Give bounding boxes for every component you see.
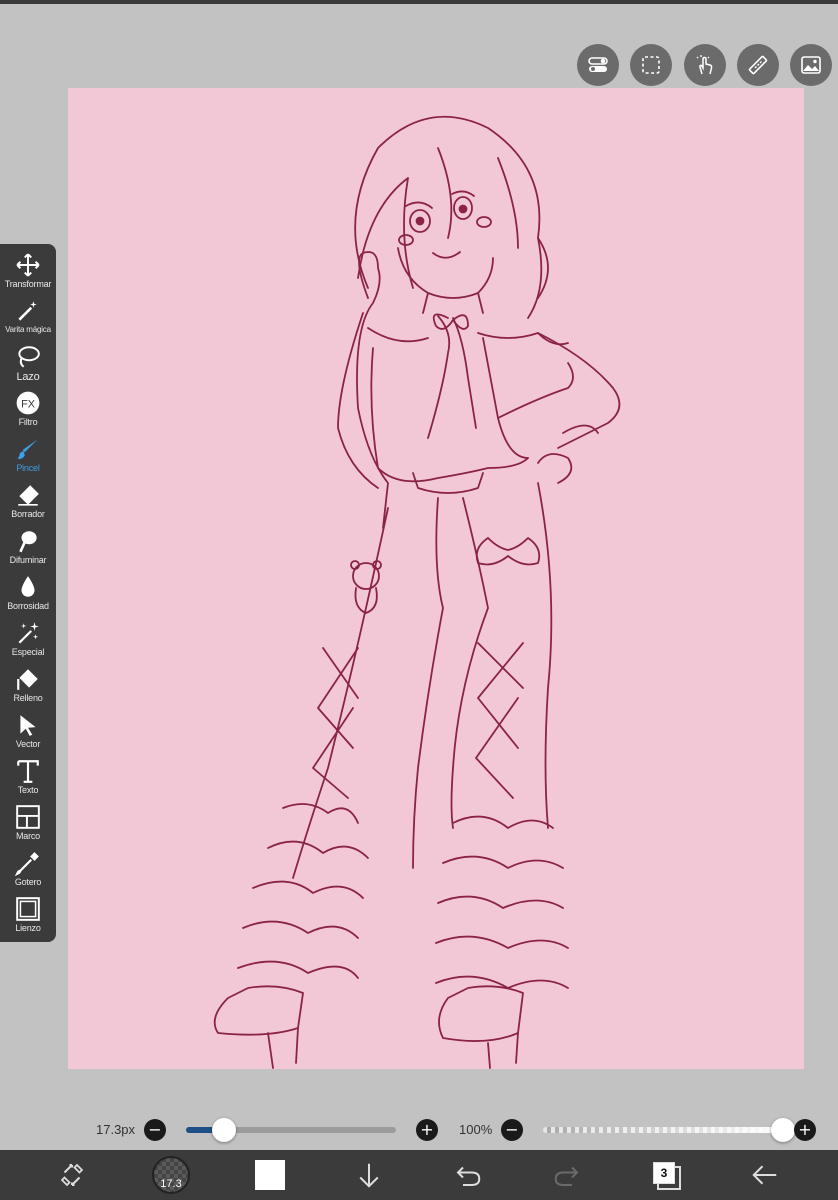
selection-icon: [642, 56, 660, 74]
brush-preview-button[interactable]: 17.3: [141, 1150, 201, 1200]
tool-lasso[interactable]: Lazo: [0, 342, 56, 386]
drop-icon: [21, 576, 35, 597]
eyedropper-icon: [15, 852, 39, 876]
layers-icon: 3: [653, 1162, 681, 1190]
tool-panel: Transformar Varita mágica Lazo FX Filtro…: [0, 244, 56, 942]
tool-label: Vector: [15, 739, 41, 749]
text-icon: [17, 760, 39, 783]
tool-eyedropper[interactable]: Gotero: [0, 848, 56, 892]
size-slider-knob[interactable]: [211, 1118, 236, 1142]
cursor-icon: [20, 715, 36, 736]
fx-icon: FX: [16, 391, 40, 415]
tool-label: Marco: [15, 831, 40, 841]
image-button[interactable]: [790, 44, 832, 86]
swap-icon: [60, 1163, 84, 1187]
tool-label: Transformar: [4, 279, 52, 289]
blur-icon: [19, 531, 37, 553]
tool-label: Lazo: [16, 371, 40, 383]
color-button[interactable]: [240, 1150, 300, 1200]
tool-blur[interactable]: Borrosidad: [0, 572, 56, 616]
sketch-artwork: [213, 115, 621, 1069]
minus-icon: −: [505, 1120, 519, 1139]
back-button[interactable]: [735, 1150, 795, 1200]
toggle-button[interactable]: [577, 44, 619, 86]
image-icon: [801, 56, 821, 74]
layer-count: 3: [660, 1166, 668, 1180]
tool-label: Borrosidad: [7, 601, 49, 611]
tool-frame[interactable]: Marco: [0, 802, 56, 846]
move-icon: [16, 253, 40, 277]
opacity-slider-track[interactable]: [543, 1127, 783, 1133]
tool-special[interactable]: Especial: [0, 618, 56, 662]
brush-size-value: 17.3px: [96, 1122, 136, 1137]
opacity-value: 100%: [459, 1122, 493, 1137]
brush-icon: [17, 439, 38, 459]
tool-label: Difuminar: [9, 555, 47, 565]
tool-label: Especial: [11, 647, 45, 657]
lasso-icon: [18, 346, 40, 368]
tool-canvas[interactable]: Lienzo: [0, 894, 56, 938]
magic-wand-icon: [18, 301, 37, 321]
eraser-icon: [18, 485, 39, 506]
redo-button[interactable]: [537, 1150, 597, 1200]
touch-icon: [696, 55, 713, 75]
drawing-canvas[interactable]: [68, 88, 804, 1069]
tool-label: Filtro: [18, 417, 38, 427]
size-increase-button[interactable]: +: [416, 1119, 438, 1141]
top-border: [0, 0, 838, 4]
opacity-slider-fill: [543, 1127, 783, 1133]
tool-label: Pincel: [16, 463, 40, 473]
tool-label: Gotero: [14, 877, 42, 887]
download-button[interactable]: [339, 1150, 399, 1200]
tool-brush[interactable]: Pincel: [0, 434, 56, 478]
tool-fill[interactable]: Relleno: [0, 664, 56, 708]
tool-transform[interactable]: Transformar: [0, 250, 56, 294]
tool-vector[interactable]: Vector: [0, 710, 56, 754]
arrow-left-icon: [752, 1165, 777, 1185]
tool-filter[interactable]: FX Filtro: [0, 388, 56, 432]
brush-size-badge: 17.3: [160, 1178, 182, 1190]
color-swatch: [255, 1160, 285, 1190]
redo-icon: [554, 1166, 579, 1186]
minus-icon: −: [148, 1120, 162, 1139]
tool-text[interactable]: Texto: [0, 756, 56, 800]
arrow-down-icon: [359, 1163, 379, 1188]
tool-label: Varita mágica: [5, 325, 51, 334]
tool-label: Lienzo: [15, 923, 41, 933]
tool-eraser[interactable]: Borrador: [0, 480, 56, 524]
fill-icon: [17, 669, 38, 690]
plus-icon: +: [420, 1120, 434, 1139]
fx-text: FX: [21, 398, 35, 410]
tool-label: Relleno: [13, 693, 43, 703]
size-decrease-button[interactable]: −: [144, 1119, 166, 1141]
opacity-decrease-button[interactable]: −: [501, 1119, 523, 1141]
opacity-slider-knob[interactable]: [771, 1118, 795, 1142]
toggle-icon: [588, 57, 608, 72]
canvas-icon: [16, 897, 40, 921]
ruler-icon: [748, 55, 768, 75]
frame-icon: [16, 805, 40, 829]
tool-smudge[interactable]: Difuminar: [0, 526, 56, 570]
sparkle-icon: [18, 622, 39, 644]
undo-icon: [456, 1166, 481, 1186]
layers-button[interactable]: 3: [636, 1150, 696, 1200]
ruler-button[interactable]: [737, 44, 779, 86]
opacity-increase-button[interactable]: +: [794, 1119, 816, 1141]
undo-button[interactable]: [438, 1150, 498, 1200]
tool-label: Texto: [17, 785, 39, 795]
brush-preview: 17.3: [152, 1156, 190, 1194]
tool-magic-wand[interactable]: Varita mágica: [0, 296, 56, 340]
touch-button[interactable]: [684, 44, 726, 86]
bottom-bar: [0, 1150, 838, 1200]
selection-button[interactable]: [630, 44, 672, 86]
swap-button[interactable]: [42, 1150, 102, 1200]
tool-label: Borrador: [11, 509, 45, 519]
plus-icon: +: [798, 1120, 812, 1139]
